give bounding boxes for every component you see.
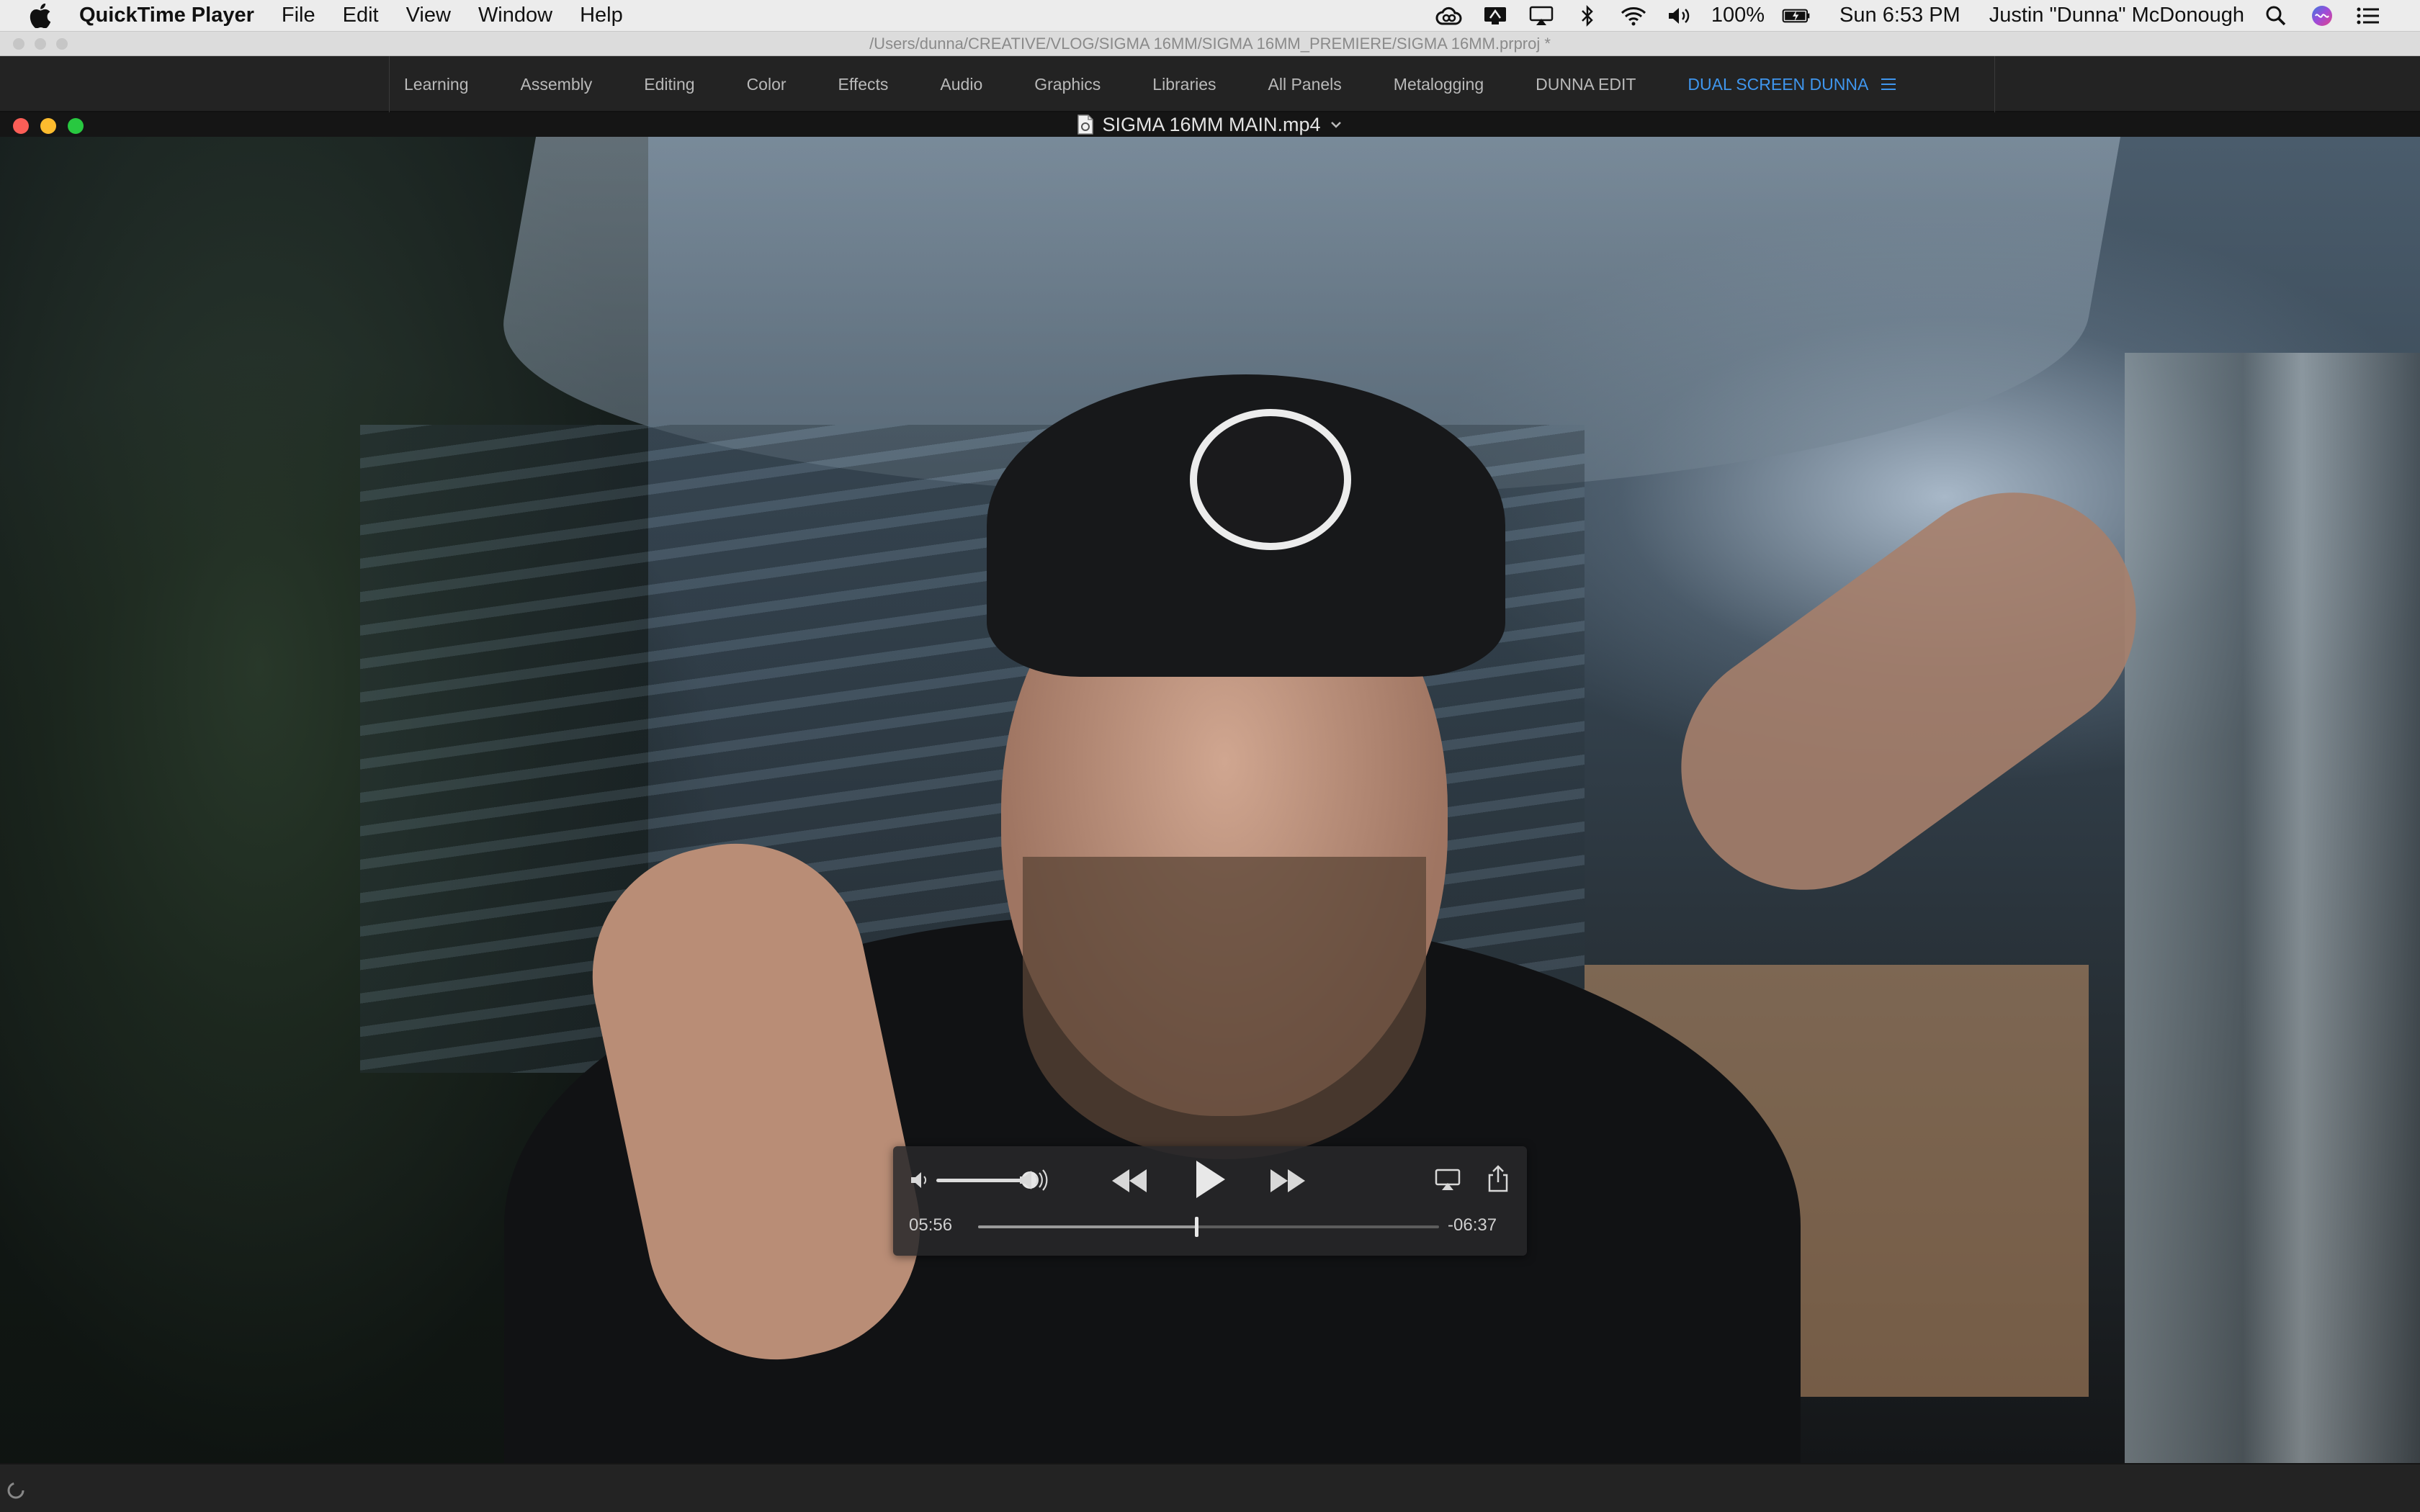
workspaces-tabs: Learning Assembly Editing Color Effects … [389,56,1995,112]
rewind-button[interactable] [1109,1165,1150,1197]
creative-cloud-icon[interactable] [1435,4,1464,27]
share-button[interactable] [1484,1164,1512,1194]
workspace-graphics[interactable]: Graphics [1034,75,1101,94]
wifi-icon[interactable] [1619,4,1648,27]
playback-controls: 05:56 -06:37 [893,1146,1527,1256]
workspace-learning[interactable]: Learning [404,75,469,94]
clock[interactable]: Sun 6:53 PM [1839,4,1960,27]
menu-bar: QuickTime Player File Edit View Window H… [0,0,2420,32]
workspace-audio[interactable]: Audio [940,75,982,94]
workspace-assembly[interactable]: Assembly [521,75,593,94]
workspaces-bar: Learning Assembly Editing Color Effects … [0,56,2420,112]
siri-icon[interactable] [2308,4,2336,27]
remaining-time: -06:37 [1448,1215,1497,1235]
menu-help[interactable]: Help [580,4,623,27]
video-frame[interactable]: 05:56 -06:37 [0,137,2420,1463]
fast-forward-button[interactable] [1268,1165,1308,1197]
airplay-icon[interactable] [1527,4,1556,27]
bluetooth-icon[interactable] [1573,4,1602,27]
window-title[interactable]: SIGMA 16MM MAIN.mp4 [1102,114,1320,136]
workspace-dual-screen-dunna[interactable]: DUAL SCREEN DUNNA [1688,75,1868,94]
volume-slider[interactable] [936,1171,1039,1189]
volume-high-icon[interactable] [1017,1166,1050,1194]
playhead[interactable] [1194,1217,1198,1237]
app-store-icon[interactable] [1481,4,1510,27]
movie-file-icon [1077,114,1094,135]
airplay-button[interactable] [1433,1166,1462,1194]
quicktime-titlebar: SIGMA 16MM MAIN.mp4 [0,112,2420,137]
premiere-project-path: /Users/dunna/CREATIVE/VLOG/SIGMA 16MM/SI… [869,34,1551,53]
elapsed-time: 05:56 [909,1215,953,1235]
app-menu-quicktime[interactable]: QuickTime Player [79,4,254,27]
menu-window[interactable]: Window [478,4,552,27]
quicktime-window-buttons [13,118,84,134]
play-button[interactable] [1188,1156,1232,1202]
user-name[interactable]: Justin "Dunna" McDonough [1989,4,2244,27]
workspace-dunna-edit[interactable]: DUNNA EDIT [1536,75,1636,94]
fullscreen-button[interactable] [68,118,84,134]
workspace-editing[interactable]: Editing [644,75,694,94]
workspace-libraries[interactable]: Libraries [1152,75,1216,94]
workspace-color[interactable]: Color [747,75,786,94]
status-area: 100% Sun 6:53 PM Justin "Dunna" McDonoug… [1426,0,2420,31]
list-icon[interactable] [2354,4,2383,27]
volume-icon[interactable] [1665,4,1694,27]
workspace-effects[interactable]: Effects [838,75,889,94]
search-icon[interactable] [2262,4,2290,27]
activity-spinner-icon [7,1482,24,1499]
status-bar [0,1463,2420,1512]
cap-logo-patch [1190,409,1351,550]
minimize-button[interactable] [40,118,56,134]
menu-file[interactable]: File [282,4,315,27]
premiere-zoom-button[interactable] [56,38,68,50]
premiere-window-titlebar: /Users/dunna/CREATIVE/VLOG/SIGMA 16MM/SI… [0,32,2420,56]
premiere-minimize-button[interactable] [35,38,46,50]
chevron-down-icon[interactable] [1330,118,1343,131]
scrubber-bar[interactable] [978,1217,1439,1237]
scrubber-progress [978,1225,1196,1228]
menu-view[interactable]: View [406,4,451,27]
apple-icon[interactable] [27,3,53,29]
close-button[interactable] [13,118,29,134]
battery-percent[interactable]: 100% [1711,4,1765,27]
volume-low-icon[interactable] [908,1168,932,1192]
workspace-menu-icon[interactable] [1881,78,1896,90]
battery-charging-icon[interactable] [1782,4,1811,27]
menu-edit[interactable]: Edit [343,4,379,27]
workspace-metalogging[interactable]: Metalogging [1394,75,1484,94]
premiere-close-button[interactable] [13,38,24,50]
premiere-window-buttons [13,38,68,50]
workspace-all-panels[interactable]: All Panels [1268,75,1342,94]
